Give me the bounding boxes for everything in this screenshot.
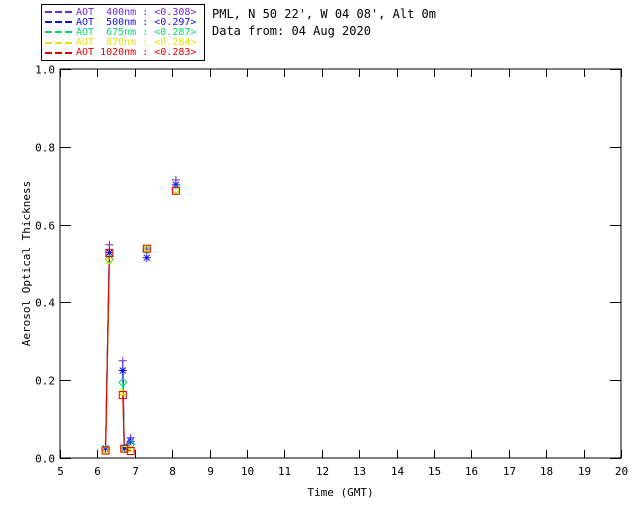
x-tick-label: 20 [615,465,628,478]
x-tick-label: 18 [540,465,553,478]
x-tick-label: 10 [241,465,254,478]
marker-asterisk-aot-500nm [118,366,127,375]
y-tick-label: 0.8 [35,142,55,155]
screenshot-root: AOT 400nm : <0.308> AOT 500nm : <0.297> … [0,0,640,512]
x-tick-label: 16 [465,465,478,478]
plot-frame [59,68,622,459]
x-axis-title: Time (GMT) [307,486,373,499]
marker-asterisk-aot-500nm [126,437,135,446]
y-tick-label: 0.6 [35,220,55,233]
x-tick-label: 17 [503,465,516,478]
x-tick-label: 6 [94,465,101,478]
aot-chart: 5 6 7 8 9 10 11 12 13 14 15 16 17 18 19 20 0.0 0.2 0.4 0.6 0… [20,64,628,500]
x-tick-label: 19 [578,465,591,478]
y-tick-label: 0.4 [35,297,55,310]
x-tick-label: 15 [428,465,441,478]
marker-plus-aot-400nm [105,240,114,249]
x-tick-label: 5 [57,465,64,478]
series-line-aot-1020nm [105,252,110,451]
x-tick-label: 12 [316,465,329,478]
y-tick-label: 0.2 [35,375,55,388]
x-tick-label: 14 [391,465,405,478]
x-tick-label: 11 [278,465,291,478]
x-tick-label: 9 [207,465,214,478]
marker-plus-aot-400nm [118,356,127,365]
y-tick-label: 0.0 [35,453,55,466]
x-tick-label: 7 [132,465,139,478]
y-tick-label: 1.0 [35,64,55,77]
x-tick-label: 13 [353,465,366,478]
x-tick-label: 8 [169,465,176,478]
marker-asterisk-aot-500nm [142,253,151,262]
y-axis-title: Aerosol Optical Thickness [20,181,33,347]
